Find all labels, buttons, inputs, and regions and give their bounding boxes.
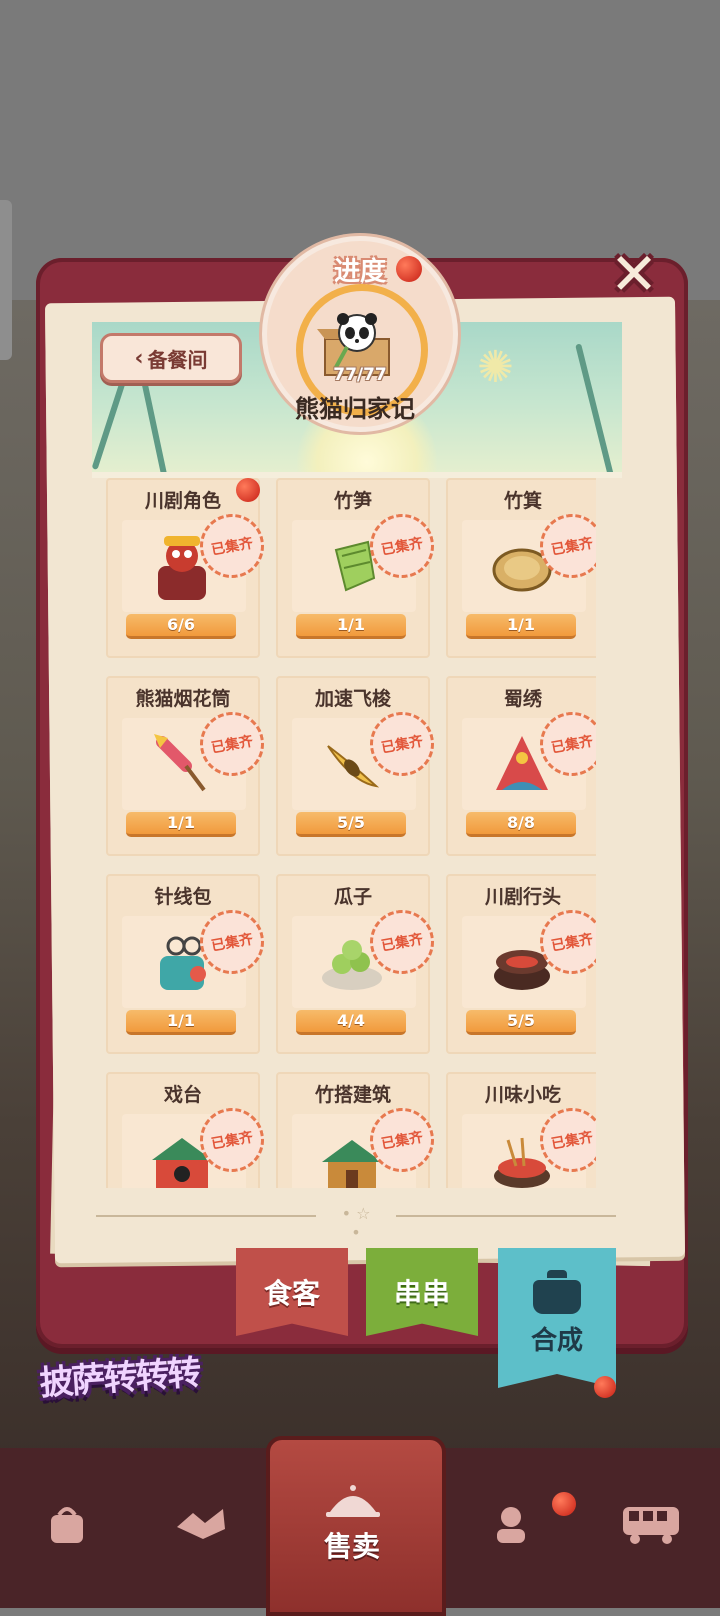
nav-bus[interactable]	[606, 1478, 696, 1568]
card-name: 竹箕	[503, 490, 542, 512]
collection-card[interactable]: 竹笋 已集齐 1/1	[276, 478, 440, 658]
notification-dot	[552, 1492, 576, 1516]
card-progress: 4/4	[296, 1010, 406, 1035]
nav-sell-label: 售卖	[323, 1530, 380, 1563]
firework-icon: ✺	[477, 342, 514, 393]
tab-skewers[interactable]: 串串	[366, 1248, 478, 1336]
card-name: 竹搭建筑	[314, 1084, 391, 1106]
notification-dot	[396, 256, 422, 282]
divider: • ☆ •	[96, 1204, 616, 1242]
card-progress: 1/1	[466, 614, 576, 639]
card-progress: 1/1	[296, 614, 406, 639]
pot-icon	[533, 1269, 581, 1314]
notification-dot	[594, 1376, 616, 1398]
close-icon: ✕	[609, 240, 659, 308]
card-progress: 8/8	[466, 812, 576, 837]
nav-bag[interactable]	[22, 1478, 112, 1568]
nav-chef[interactable]	[466, 1478, 556, 1568]
card-name: 熊猫烟花筒	[135, 688, 231, 710]
chevron-left-icon: ‹	[134, 345, 144, 371]
collection-card[interactable]: 瓜子 已集齐 4/4	[276, 874, 440, 1054]
collection-card[interactable]: 川剧行头 已集齐 5/5	[446, 874, 596, 1054]
bus-icon	[623, 1507, 679, 1544]
handshake-icon	[177, 1509, 225, 1539]
event-title: 熊猫归家记	[295, 395, 415, 423]
progress-title: 进度	[333, 257, 386, 287]
back-button[interactable]: ‹ 备餐间	[100, 333, 242, 383]
card-name: 戏台	[163, 1084, 202, 1106]
card-progress: 5/5	[466, 1010, 576, 1035]
pizza-logo: 披萨转转转	[38, 1352, 201, 1404]
collection-card[interactable]: 川剧角色 已集齐 6/6	[106, 478, 270, 658]
card-name: 蜀绣	[503, 688, 542, 710]
card-name: 川剧行头	[484, 886, 561, 908]
collection-card[interactable]: 加速飞梭 已集齐 5/5	[276, 676, 440, 856]
tab-guests-label: 食客	[263, 1277, 320, 1310]
chef-icon	[497, 1507, 525, 1543]
collection-grid: 川剧角色 已集齐 6/6 竹笋 已集齐 1/1 竹箕 已集齐 1/1 熊猫烟花筒…	[106, 478, 596, 1188]
notification-dot	[236, 478, 260, 502]
card-progress: 5/5	[296, 812, 406, 837]
tab-guests[interactable]: 食客	[236, 1248, 348, 1336]
card-name: 川味小吃	[484, 1084, 561, 1106]
progress-count: 77/77	[333, 365, 387, 385]
back-button-label: 备餐间	[147, 347, 208, 372]
sell-bell-icon	[326, 1485, 380, 1517]
bamboo-decoration	[575, 343, 615, 472]
card-name: 加速飞梭	[314, 688, 391, 710]
collection-card[interactable]: 针线包 已集齐 1/1	[106, 874, 270, 1054]
collection-card[interactable]: 蜀绣 已集齐 8/8	[446, 676, 596, 856]
side-handle	[0, 200, 12, 360]
tab-merge-label: 合成	[530, 1325, 583, 1356]
tab-merge[interactable]: 合成	[498, 1248, 616, 1388]
collection-card[interactable]: 戏台 已集齐	[106, 1072, 270, 1188]
card-name: 竹笋	[333, 490, 372, 512]
card-progress: 6/6	[126, 614, 236, 639]
collection-card[interactable]: 竹箕 已集齐 1/1	[446, 478, 596, 658]
bag-icon	[51, 1507, 83, 1543]
card-name: 针线包	[154, 886, 212, 908]
collection-card[interactable]: 川味小吃 已集齐	[446, 1072, 596, 1188]
card-progress: 1/1	[126, 812, 236, 837]
collection-card[interactable]: 竹搭建筑 已集齐	[276, 1072, 440, 1188]
card-name: 瓜子	[333, 886, 372, 908]
tab-skewers-label: 串串	[393, 1277, 450, 1310]
star-icon: • ☆ •	[341, 1204, 371, 1242]
nav-handshake[interactable]	[156, 1478, 246, 1568]
card-progress: 1/1	[126, 1010, 236, 1035]
collection-card[interactable]: 熊猫烟花筒 已集齐 1/1	[106, 676, 270, 856]
bamboo-decoration	[141, 382, 169, 472]
close-button[interactable]: ✕	[604, 244, 664, 304]
